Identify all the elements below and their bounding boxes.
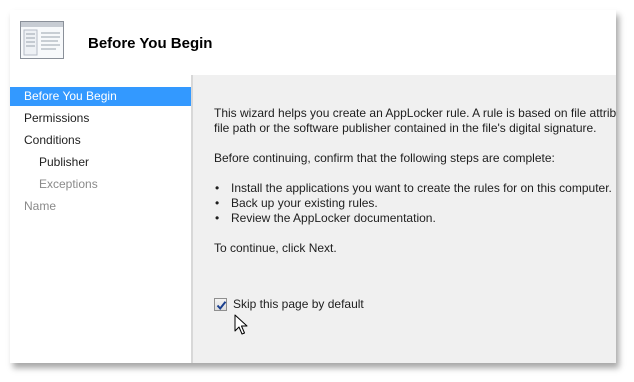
step-label: Name bbox=[24, 199, 57, 213]
step-label: Permissions bbox=[24, 111, 90, 125]
wizard-content: This wizard helps you create an AppLocke… bbox=[214, 106, 616, 256]
step-label: Conditions bbox=[24, 133, 81, 147]
steps-list: Install the applications you want to cre… bbox=[214, 181, 616, 226]
wizard-header: Before You Begin bbox=[10, 10, 616, 75]
list-item: Back up your existing rules. bbox=[214, 196, 616, 211]
step-label: Exceptions bbox=[39, 177, 98, 191]
intro-text-line-1: This wizard helps you create an AppLocke… bbox=[214, 106, 616, 120]
step-permissions[interactable]: Permissions bbox=[10, 109, 191, 128]
skip-page-checkbox[interactable] bbox=[214, 298, 227, 311]
step-label: Publisher bbox=[39, 155, 90, 169]
mouse-pointer-icon bbox=[234, 314, 248, 335]
step-label: Before You Begin bbox=[24, 89, 117, 103]
list-item: Review the AppLocker documentation. bbox=[214, 211, 616, 226]
step-publisher[interactable]: Publisher bbox=[10, 153, 191, 172]
skip-page-label[interactable]: Skip this page by default bbox=[233, 297, 364, 312]
step-name: Name bbox=[10, 197, 191, 216]
intro-text-line-2: file path or the software publisher cont… bbox=[214, 121, 597, 135]
before-continuing-text: Before continuing, confirm that the foll… bbox=[214, 151, 555, 165]
wizard-step-list: Before You Begin Permissions Conditions … bbox=[10, 75, 191, 363]
continue-text: To continue, click Next. bbox=[214, 241, 337, 255]
wizard-window: Before You Begin Before You Begin Permis… bbox=[10, 10, 616, 363]
wizard-page-icon bbox=[20, 21, 64, 59]
list-item: Install the applications you want to cre… bbox=[214, 181, 616, 196]
step-exceptions: Exceptions bbox=[10, 175, 191, 194]
nav-divider bbox=[191, 75, 193, 363]
step-conditions[interactable]: Conditions bbox=[10, 131, 191, 150]
page-title: Before You Begin bbox=[88, 35, 213, 52]
step-before-you-begin[interactable]: Before You Begin bbox=[10, 87, 191, 106]
checkmark-icon bbox=[216, 301, 227, 311]
